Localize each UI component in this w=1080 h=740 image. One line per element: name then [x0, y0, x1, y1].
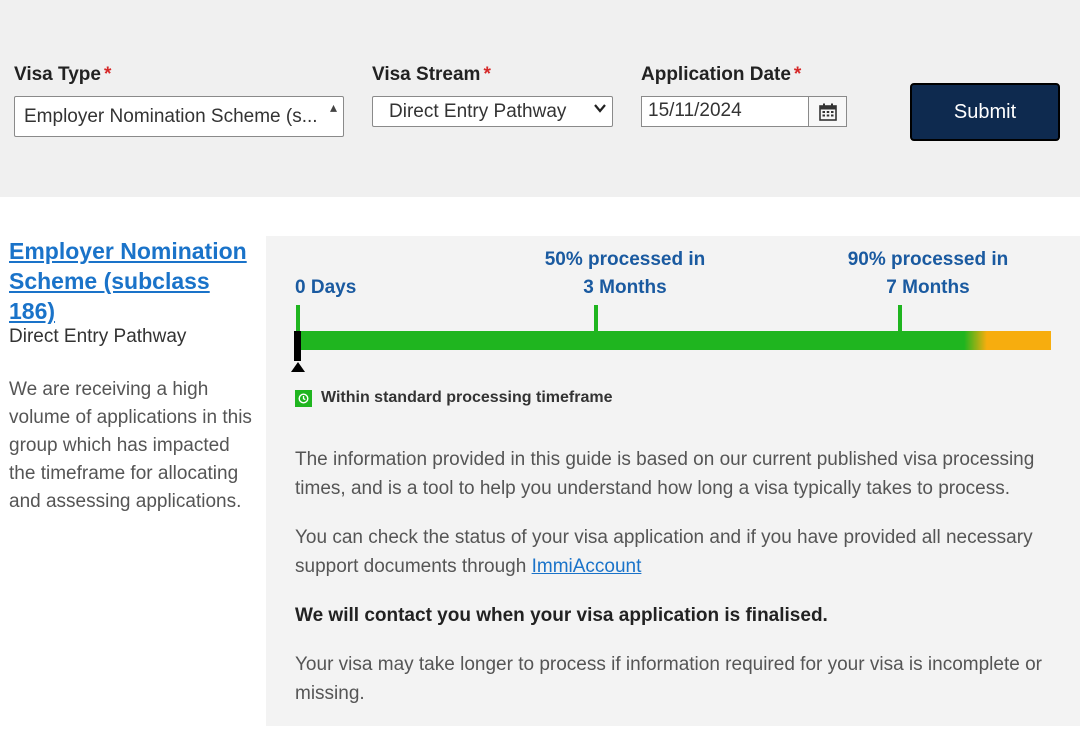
timeline-50-line2: 3 Months	[583, 277, 667, 298]
clock-icon	[295, 389, 312, 407]
visa-stream-value: Direct Entry Pathway	[389, 101, 567, 122]
timeline-tick-50	[594, 305, 598, 331]
application-date-label: Application Date *	[641, 64, 801, 86]
processing-timeline-bar	[296, 331, 1051, 350]
info-paragraph-contact: We will contact you when your visa appli…	[295, 605, 828, 626]
visa-stream-select[interactable]: Direct Entry Pathway	[372, 96, 613, 127]
timeline-90-line1: 90% processed in	[847, 249, 1009, 270]
calendar-button[interactable]	[808, 96, 847, 127]
visa-stream-label: Visa Stream *	[372, 64, 491, 86]
chevron-down-icon	[594, 101, 606, 120]
submit-button[interactable]: Submit	[910, 83, 1060, 141]
timeline-50-label: 50% processed in 3 Months	[530, 246, 720, 302]
calendar-icon	[818, 103, 837, 121]
timeline-start-label: 0 Days	[295, 277, 357, 298]
visa-type-value: Employer Nomination Scheme (s...	[24, 106, 318, 127]
timeline-legend: Within standard processing timeframe	[295, 389, 612, 407]
immiaccount-link[interactable]: ImmiAccount	[532, 556, 642, 577]
required-mark: *	[103, 64, 112, 85]
visa-type-select[interactable]: Employer Nomination Scheme (s... ▴	[14, 96, 344, 137]
timeline-tick-start	[296, 305, 300, 331]
timeline-90-line2: 7 Months	[886, 277, 970, 298]
marker-pointer-icon	[291, 362, 305, 372]
status-text: You can check the status of your visa ap…	[295, 527, 1033, 577]
visa-type-label-text: Visa Type	[14, 64, 101, 85]
info-paragraph-guide: The information provided in this guide i…	[295, 449, 1035, 499]
timeline-tick-90	[898, 305, 902, 331]
application-date-input[interactable]: 15/11/2024	[641, 96, 809, 127]
timeline-50-line1: 50% processed in	[544, 249, 706, 270]
info-paragraph-delay: Your visa may take longer to process if …	[295, 654, 1042, 704]
timeline-90-label: 90% processed in 7 Months	[833, 246, 1023, 302]
required-mark: *	[793, 64, 802, 85]
required-mark: *	[483, 64, 491, 85]
legend-label: Within standard processing timeframe	[321, 389, 613, 406]
application-date-label-text: Application Date	[641, 64, 791, 85]
info-paragraph-status: You can check the status of your visa ap…	[295, 523, 1060, 581]
visa-title-link[interactable]: Employer Nomination Scheme (subclass 186…	[9, 236, 254, 326]
visa-stream-subtitle: Direct Entry Pathway	[9, 326, 187, 347]
dropdown-caret-icon: ▴	[329, 99, 337, 115]
high-volume-notice: We are receiving a high volume of applic…	[9, 379, 252, 512]
visa-type-label: Visa Type *	[14, 64, 111, 86]
visa-stream-label-text: Visa Stream	[372, 64, 481, 85]
application-date-value: 15/11/2024	[648, 100, 742, 121]
application-position-marker	[294, 331, 301, 361]
visa-search-form: Visa Type * Employer Nomination Scheme (s…	[0, 0, 1080, 197]
